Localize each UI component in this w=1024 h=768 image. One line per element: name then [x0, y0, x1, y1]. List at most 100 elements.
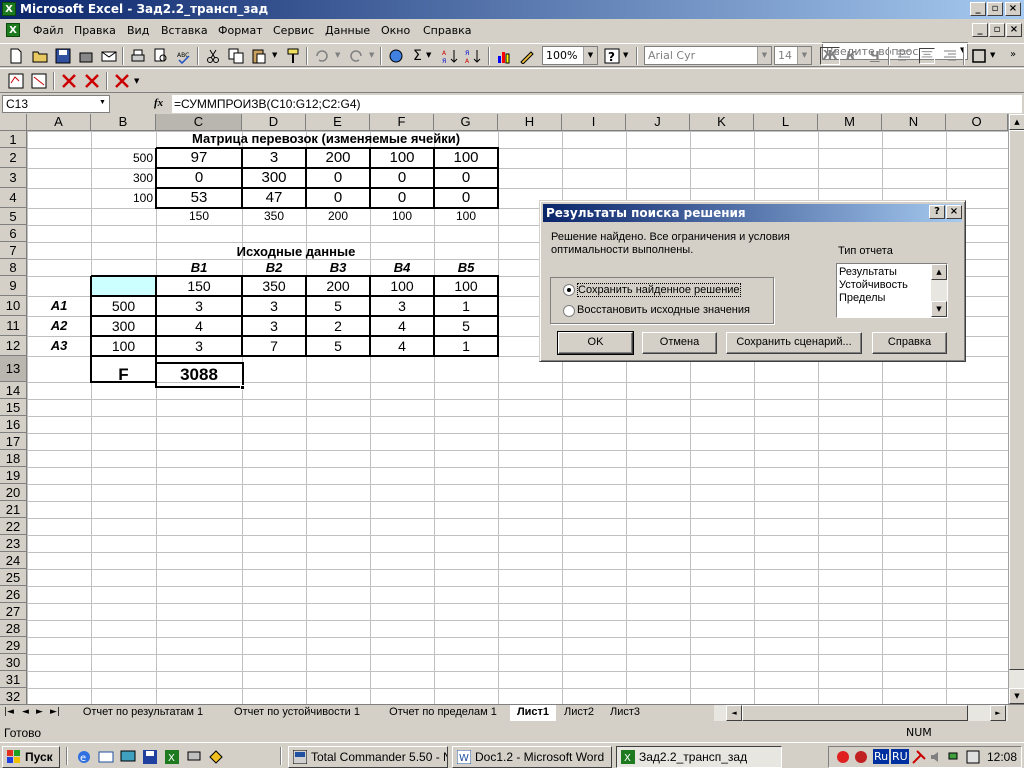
align-left-icon[interactable] [896, 48, 912, 64]
minimize-button[interactable]: _ [970, 2, 986, 16]
excel-quicklaunch-icon[interactable]: X [164, 749, 180, 765]
column-header-g[interactable]: G [434, 114, 498, 131]
undo-dropdown-icon[interactable]: ▼ [335, 51, 340, 59]
row-header-22[interactable]: 22 [0, 518, 27, 535]
row-header-9[interactable]: 9 [0, 276, 27, 296]
align-center-icon[interactable] [919, 48, 935, 64]
menu-window[interactable]: Окно [381, 24, 410, 37]
cost-cell[interactable]: 4 [370, 316, 434, 336]
paste-dropdown-icon[interactable]: ▼ [272, 51, 277, 59]
menu-tools[interactable]: Сервис [273, 24, 314, 37]
matrix-cell[interactable]: 300 [242, 168, 306, 188]
bold-button[interactable]: Ж [820, 47, 840, 65]
winamp-icon[interactable] [208, 749, 224, 765]
font-dropdown-icon[interactable]: ▼ [757, 47, 771, 64]
matrix-cell[interactable]: 97 [156, 148, 242, 168]
tab-limits-report[interactable]: Отчет по пределам 1 [378, 705, 508, 721]
scheduler-icon[interactable] [965, 749, 981, 765]
row-header-28[interactable]: 28 [0, 620, 27, 637]
destination-label[interactable]: B5 [434, 259, 498, 276]
cost-cell[interactable]: 4 [370, 336, 434, 356]
matrix-cell[interactable]: 0 [434, 188, 498, 208]
tab-sheet1[interactable]: Лист1 [510, 705, 556, 721]
row-header-7[interactable]: 7 [0, 242, 27, 259]
keep-solution-label[interactable]: Сохранить найденное решение [577, 283, 741, 297]
column-sum-cell[interactable]: 350 [242, 208, 306, 225]
font-size-dropdown-icon[interactable]: ▼ [797, 47, 811, 64]
destination-label[interactable]: B4 [370, 259, 434, 276]
undo-icon[interactable] [314, 48, 330, 64]
ok-button[interactable]: OK [557, 331, 634, 355]
column-header-h[interactable]: H [498, 114, 562, 131]
first-sheet-icon[interactable]: |◄ [4, 707, 14, 717]
row-header-8[interactable]: 8 [0, 259, 27, 276]
row-header-19[interactable]: 19 [0, 467, 27, 484]
row-header-16[interactable]: 16 [0, 416, 27, 433]
document-icon[interactable]: X [6, 23, 20, 37]
desktop-icon[interactable] [120, 749, 136, 765]
italic-button[interactable]: К [846, 49, 856, 63]
antivirus-icon[interactable] [835, 749, 851, 765]
cost-cell[interactable]: 5 [306, 336, 370, 356]
row-header-6[interactable]: 6 [0, 225, 27, 242]
reports-scroll-down[interactable]: ▼ [931, 301, 947, 317]
spelling-icon[interactable]: ABC [176, 48, 192, 64]
supply-cell[interactable]: 500 [91, 296, 156, 316]
remove-all-arrows-icon[interactable] [84, 73, 100, 89]
task-total-commander[interactable]: Total Commander 5.50 - N... [288, 746, 448, 768]
column-header-f[interactable]: F [370, 114, 434, 131]
select-all-corner[interactable] [0, 114, 27, 131]
demand-cell[interactable]: 100 [370, 276, 434, 296]
matrix-cell[interactable]: 47 [242, 188, 306, 208]
row-header-31[interactable]: 31 [0, 671, 27, 688]
row-header-21[interactable]: 21 [0, 501, 27, 518]
destination-label[interactable]: B3 [306, 259, 370, 276]
format-painter-icon[interactable] [285, 48, 301, 64]
borders-dropdown-icon[interactable]: ▼ [990, 51, 995, 59]
scroll-right-button[interactable]: ► [990, 705, 1006, 721]
horizontal-scrollbar[interactable]: ◄ ► [714, 705, 1008, 721]
matrix-cell[interactable]: 0 [156, 168, 242, 188]
doc-minimize-button[interactable]: _ [972, 23, 988, 37]
row-header-13[interactable]: 13 [0, 356, 27, 382]
column-sum-cell[interactable]: 200 [306, 208, 370, 225]
supply-top-cell[interactable]: 500 [91, 148, 156, 168]
cost-cell[interactable]: 3 [242, 296, 306, 316]
cost-cell[interactable]: 5 [306, 296, 370, 316]
tab-sheet2[interactable]: Лист2 [558, 705, 600, 721]
fill-handle[interactable] [240, 385, 245, 390]
next-sheet-icon[interactable]: ► [36, 707, 43, 717]
vertical-scrollbar[interactable]: ▲ ▼ [1008, 114, 1024, 704]
row-header-24[interactable]: 24 [0, 552, 27, 569]
align-right-icon[interactable] [942, 48, 958, 64]
cost-cell[interactable]: 2 [306, 316, 370, 336]
row-header-23[interactable]: 23 [0, 535, 27, 552]
row-header-12[interactable]: 12 [0, 336, 27, 356]
cost-cell[interactable]: 1 [434, 296, 498, 316]
matrix-cell[interactable]: 0 [306, 188, 370, 208]
print-icon[interactable] [130, 48, 146, 64]
hyperlink-icon[interactable] [388, 48, 404, 64]
underline-button[interactable]: Ч [870, 49, 880, 63]
column-header-a[interactable]: A [27, 114, 91, 131]
report-item-results[interactable]: Результаты [839, 266, 897, 278]
virus-shield-icon[interactable] [853, 749, 869, 765]
tab-results-report[interactable]: Отчет по результатам 1 [70, 705, 216, 721]
outlook-icon[interactable] [98, 749, 114, 765]
dialog-help-button[interactable]: ? [929, 205, 945, 219]
save-scenario-button[interactable]: Сохранить сценарий... [726, 332, 862, 354]
row-header-29[interactable]: 29 [0, 637, 27, 654]
row-header-30[interactable]: 30 [0, 654, 27, 671]
network-icon[interactable] [186, 749, 202, 765]
reports-listbox[interactable]: Результаты Устойчивость Пределы ▲ ▼ [836, 263, 948, 318]
row-header-20[interactable]: 20 [0, 484, 27, 501]
demand-cell[interactable]: 150 [156, 276, 242, 296]
sort-descending-icon[interactable]: ЯA [465, 48, 481, 64]
drawing-icon[interactable] [519, 48, 535, 64]
save-icon[interactable] [55, 48, 71, 64]
restore-values-radio[interactable] [563, 305, 575, 317]
cost-cell[interactable]: 4 [156, 316, 242, 336]
prev-sheet-icon[interactable]: ◄ [22, 707, 29, 717]
remove-precedents-icon[interactable] [31, 73, 47, 89]
demand-cell[interactable]: 350 [242, 276, 306, 296]
